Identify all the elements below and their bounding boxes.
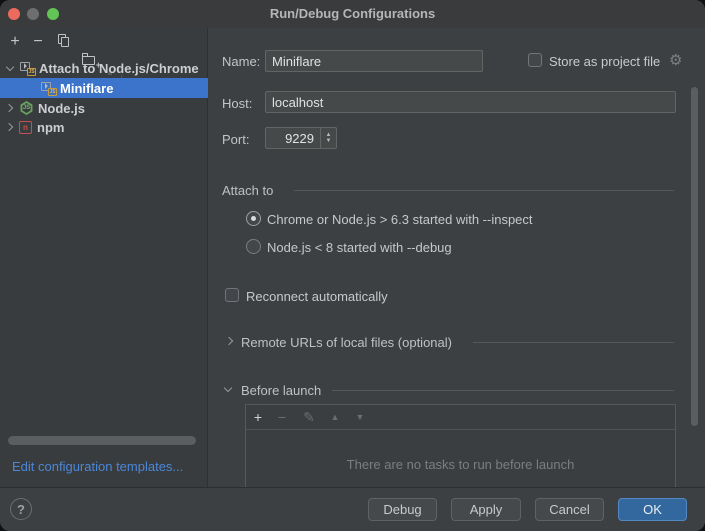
add-task-button[interactable]: + — [250, 409, 266, 425]
tree-item-attach-to-nodejs-chrome[interactable]: JS Attach to Node.js/Chrome — [0, 58, 208, 78]
horizontal-scrollbar[interactable] — [8, 436, 196, 445]
store-as-project-file-label: Store as project file — [549, 54, 660, 69]
dialog-footer: ? Debug Apply Cancel OK — [0, 487, 705, 531]
add-configuration-button[interactable]: + — [6, 33, 24, 51]
chevron-right-icon[interactable] — [225, 337, 233, 345]
spinner-down-icon[interactable]: ▼ — [326, 138, 332, 144]
before-launch-tasks-panel: + − ✎ ▲ ▼ There are no tasks to run befo… — [245, 404, 676, 488]
remote-urls-section-header[interactable]: Remote URLs of local files (optional) — [241, 335, 452, 350]
tree-item-label: Miniflare — [60, 81, 113, 96]
section-divider — [332, 390, 674, 391]
remove-task-button[interactable]: − — [274, 409, 290, 425]
section-divider — [473, 342, 674, 343]
before-launch-section-header[interactable]: Before launch — [241, 383, 321, 398]
radio-label[interactable]: Node.js < 8 started with --debug — [267, 240, 452, 255]
titlebar: Run/Debug Configurations — [0, 0, 705, 28]
edit-configuration-templates-link[interactable]: Edit configuration templates... — [12, 459, 183, 474]
host-label: Host: — [222, 96, 252, 111]
radio-nodejs-debug[interactable] — [246, 239, 261, 254]
chevron-down-icon[interactable] — [224, 384, 232, 392]
port-stepper: ▲ ▼ — [265, 127, 337, 149]
attach-nodejs-chrome-icon: JS — [40, 80, 57, 96]
reconnect-automatically-label[interactable]: Reconnect automatically — [246, 289, 388, 304]
reconnect-automatically-checkbox[interactable] — [225, 288, 239, 302]
tree-item-label: npm — [37, 120, 64, 135]
port-spinner[interactable]: ▲ ▼ — [320, 128, 336, 148]
dialog-title: Run/Debug Configurations — [0, 0, 705, 28]
copy-icon — [61, 37, 69, 47]
apply-button[interactable]: Apply — [451, 498, 521, 521]
help-button[interactable]: ? — [10, 498, 32, 520]
npm-icon: n — [19, 121, 32, 134]
section-divider — [294, 190, 674, 191]
port-label: Port: — [222, 132, 249, 147]
move-task-up-button[interactable]: ▲ — [327, 409, 343, 425]
radio-label[interactable]: Chrome or Node.js > 6.3 started with --i… — [267, 212, 533, 227]
chevron-down-icon[interactable] — [6, 63, 14, 71]
attach-nodejs-chrome-icon: JS — [19, 60, 36, 76]
tree-item-label: Attach to Node.js/Chrome — [39, 61, 199, 76]
attach-to-section-label: Attach to — [222, 183, 273, 198]
name-input[interactable] — [265, 50, 483, 72]
radio-chrome-or-nodejs-inspect[interactable] — [246, 211, 261, 226]
copy-configuration-button[interactable] — [56, 33, 74, 51]
gear-icon[interactable]: ⚙ — [669, 53, 682, 68]
vertical-scrollbar[interactable] — [691, 87, 698, 426]
edit-task-button[interactable]: ✎ — [301, 409, 317, 425]
chevron-right-icon[interactable] — [5, 123, 13, 131]
cancel-button[interactable]: Cancel — [535, 498, 604, 521]
nodejs-icon: JS — [19, 100, 34, 116]
run-debug-configurations-dialog: Run/Debug Configurations + − + az ↓ JS A… — [0, 0, 705, 531]
configurations-sidebar: + − + az ↓ JS Attach to Node.js/Chrome J… — [0, 28, 208, 487]
tree-item-label: Node.js — [38, 101, 85, 116]
remove-configuration-button[interactable]: − — [29, 33, 47, 51]
name-label: Name: — [222, 54, 260, 69]
debug-button[interactable]: Debug — [368, 498, 437, 521]
host-input[interactable] — [265, 91, 676, 113]
tree-item-miniflare[interactable]: JS Miniflare — [0, 78, 208, 98]
tree-item-nodejs[interactable]: JS Node.js — [0, 98, 208, 118]
move-task-down-button[interactable]: ▼ — [352, 409, 368, 425]
before-launch-toolbar: + − ✎ ▲ ▼ — [246, 405, 675, 430]
ok-button[interactable]: OK — [618, 498, 687, 521]
store-as-project-file-checkbox[interactable] — [528, 53, 542, 67]
chevron-right-icon[interactable] — [5, 104, 13, 112]
empty-tasks-message: There are no tasks to run before launch — [246, 457, 675, 472]
tree-item-npm[interactable]: n npm — [0, 117, 208, 137]
